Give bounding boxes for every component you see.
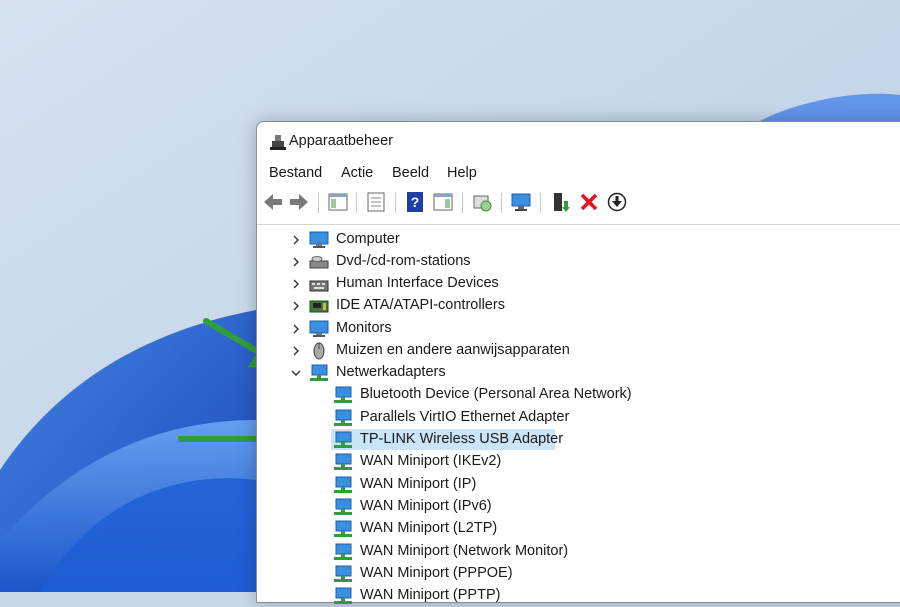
network-adapter-icon xyxy=(334,453,352,470)
tree-device-bluetooth-pan[interactable]: Bluetooth Device (Personal Area Network) xyxy=(257,384,900,406)
tree-category-ide[interactable]: IDE ATA/ATAPI-controllers xyxy=(257,295,900,317)
tree-label: WAN Miniport (IP) xyxy=(360,476,477,492)
show-hide-console-tree-icon[interactable] xyxy=(327,191,349,213)
network-icon xyxy=(310,364,328,381)
svg-text:?: ? xyxy=(411,194,420,210)
mouse-icon xyxy=(313,342,325,360)
ide-controller-icon xyxy=(309,300,329,313)
update-driver-icon[interactable] xyxy=(549,191,571,213)
toolbar-separator xyxy=(462,193,463,213)
tree-label: WAN Miniport (IKEv2) xyxy=(360,453,502,469)
chevron-right-icon[interactable] xyxy=(290,234,302,246)
back-arrow-icon[interactable] xyxy=(262,191,284,213)
toolbar-separator xyxy=(540,193,541,213)
properties-icon[interactable] xyxy=(365,191,387,213)
network-adapter-icon xyxy=(334,409,352,426)
tree-label: IDE ATA/ATAPI-controllers xyxy=(336,297,505,313)
tree-label: WAN Miniport (IPv6) xyxy=(360,498,492,514)
menu-actie[interactable]: Actie xyxy=(341,165,373,181)
toolbar: ? xyxy=(257,189,900,217)
uninstall-device-icon[interactable] xyxy=(578,191,600,213)
menu-bestand[interactable]: Bestand xyxy=(269,165,322,181)
tree-label: Monitors xyxy=(336,320,392,336)
tree-device-wan-ikev2[interactable]: WAN Miniport (IKEv2) xyxy=(257,451,900,473)
monitor-icon xyxy=(309,320,329,337)
device-manager-icon xyxy=(270,135,286,150)
tree-label: Bluetooth Device (Personal Area Network) xyxy=(360,386,632,402)
chevron-right-icon[interactable] xyxy=(290,300,302,312)
tree-category-monitors[interactable]: Monitors xyxy=(257,318,900,340)
network-adapter-icon xyxy=(334,386,352,403)
tree-device-parallels-virtio[interactable]: Parallels VirtIO Ethernet Adapter xyxy=(257,407,900,429)
network-adapter-icon xyxy=(334,476,352,493)
tree-category-network[interactable]: Netwerkadapters xyxy=(257,362,900,384)
chevron-right-icon[interactable] xyxy=(290,256,302,268)
disc-drive-icon xyxy=(309,256,329,269)
tree-label: WAN Miniport (PPTP) xyxy=(360,587,501,603)
tree-device-tplink-selected[interactable]: TP-LINK Wireless USB Adapter xyxy=(257,429,900,451)
tree-label: Netwerkadapters xyxy=(336,364,446,380)
network-adapter-icon xyxy=(334,565,352,582)
toolbar-separator xyxy=(501,193,502,213)
help-icon[interactable]: ? xyxy=(404,191,426,213)
window-title: Apparaatbeheer xyxy=(289,133,393,149)
chevron-right-icon[interactable] xyxy=(290,278,302,290)
chevron-right-icon[interactable] xyxy=(290,323,302,335)
tree-category-dvd[interactable]: Dvd-/cd-rom-stations xyxy=(257,251,900,273)
network-adapter-icon xyxy=(334,543,352,560)
computer-monitor-icon[interactable] xyxy=(510,191,532,213)
tree-category-computer[interactable]: Computer xyxy=(257,229,900,251)
tree-label: Parallels VirtIO Ethernet Adapter xyxy=(360,409,570,425)
scan-hardware-icon[interactable] xyxy=(471,191,493,213)
chevron-down-icon[interactable] xyxy=(290,367,302,379)
tree-device-wan-l2tp[interactable]: WAN Miniport (L2TP) xyxy=(257,518,900,540)
tree-label: Muizen en andere aanwijsapparaten xyxy=(336,342,570,358)
chevron-right-icon[interactable] xyxy=(290,345,302,357)
tree-device-wan-pptp[interactable]: WAN Miniport (PPTP) xyxy=(257,585,900,607)
tree-label: Dvd-/cd-rom-stations xyxy=(336,253,471,269)
tree-label: WAN Miniport (L2TP) xyxy=(360,520,498,536)
toolbar-separator xyxy=(395,193,396,213)
tree-label: WAN Miniport (PPPOE) xyxy=(360,565,513,581)
device-manager-window: Apparaatbeheer Bestand Actie Beeld Help xyxy=(256,121,900,605)
tree-label: TP-LINK Wireless USB Adapter xyxy=(360,431,564,447)
tree-label: Computer xyxy=(336,231,400,247)
monitor-icon xyxy=(309,231,329,248)
menu-bar: Bestand Actie Beeld Help xyxy=(257,162,900,188)
device-tree: Computer Dvd-/cd-rom-stations Human Inte… xyxy=(257,224,900,605)
tree-device-wan-ip[interactable]: WAN Miniport (IP) xyxy=(257,474,900,496)
tree-category-mouse[interactable]: Muizen en andere aanwijsapparaten xyxy=(257,340,900,362)
tree-category-hid[interactable]: Human Interface Devices xyxy=(257,273,900,295)
network-adapter-icon xyxy=(334,431,352,448)
forward-arrow-icon[interactable] xyxy=(288,191,310,213)
toolbar-separator xyxy=(318,193,319,213)
menu-beeld[interactable]: Beeld xyxy=(392,165,429,181)
toolbar-separator xyxy=(356,193,357,213)
tree-device-wan-ipv6[interactable]: WAN Miniport (IPv6) xyxy=(257,496,900,518)
tree-device-wan-pppoe[interactable]: WAN Miniport (PPPOE) xyxy=(257,563,900,585)
menu-help[interactable]: Help xyxy=(447,165,477,181)
hid-icon xyxy=(309,280,329,292)
tree-label: Human Interface Devices xyxy=(336,275,499,291)
network-adapter-icon xyxy=(334,520,352,537)
action-pane-icon[interactable] xyxy=(432,191,454,213)
tree-device-wan-network-monitor[interactable]: WAN Miniport (Network Monitor) xyxy=(257,541,900,563)
network-adapter-icon xyxy=(334,587,352,604)
title-bar[interactable]: Apparaatbeheer xyxy=(257,122,900,160)
network-adapter-icon xyxy=(334,498,352,515)
download-arrow-icon[interactable] xyxy=(606,191,628,213)
tree-label: WAN Miniport (Network Monitor) xyxy=(360,543,569,559)
